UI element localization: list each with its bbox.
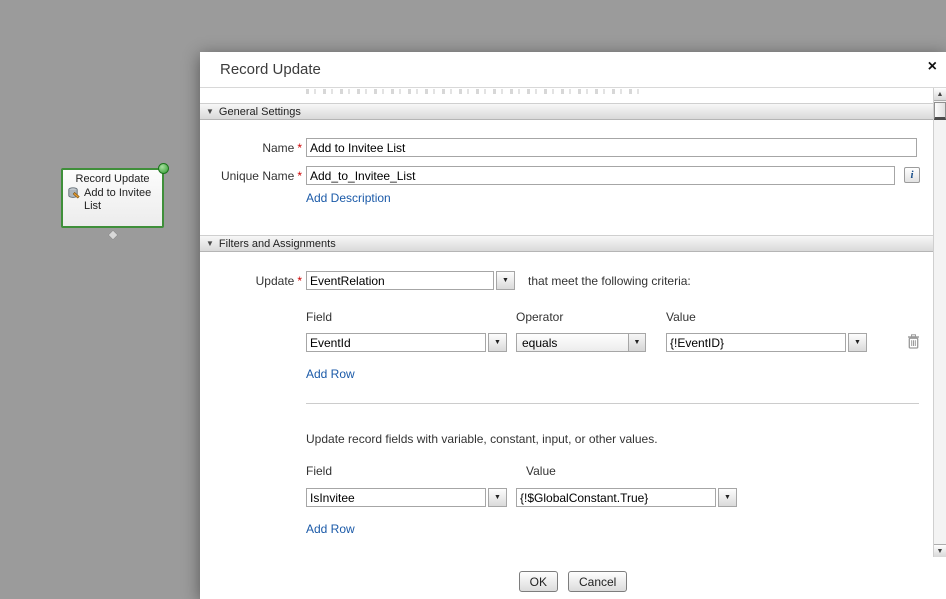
assign-field-input[interactable] [306,488,486,507]
required-marker: * [297,274,302,288]
info-icon[interactable]: i [904,167,920,183]
dialog-scroll-content: ▼ General Settings Name* Unique Name* i … [200,88,933,557]
filter-value-input[interactable] [666,333,846,352]
vertical-scrollbar[interactable]: ▲ ▼ [933,88,946,557]
dialog-body: ▼ General Settings Name* Unique Name* i … [200,88,946,557]
collapse-icon: ▼ [206,107,214,116]
flow-canvas: Record Update Add to Invitee List Record… [0,0,946,599]
record-update-icon [68,187,81,205]
assign-col-field: Field [306,464,333,478]
filter-field-combo: ▼ [306,333,507,352]
cancel-button[interactable]: Cancel [567,571,628,592]
unique-name-label: Unique Name * [200,169,302,183]
filter-field-input[interactable] [306,333,486,352]
section-general-label: General Settings [218,105,301,118]
dialog-title: Record Update [220,61,321,78]
assignments-intro-text: Update record fields with variable, cons… [306,432,658,446]
chevron-down-icon[interactable]: ▼ [848,333,867,352]
node-title: Record Update [75,173,150,185]
close-icon[interactable]: × [928,59,937,75]
add-filter-row-link[interactable]: Add Row [306,367,355,381]
section-general-settings[interactable]: ▼ General Settings [200,103,933,120]
dialog-footer: OK Cancel [200,557,946,599]
update-label-text: Update [255,274,295,288]
record-update-dialog: Record Update × ▼ General Settings Name *… [200,52,946,599]
section-filters-label: Filters and Assignments [218,237,336,250]
name-label-text: Name [262,141,295,155]
node-body: Add to Invitee List [63,185,162,212]
update-label: Update * [200,274,302,288]
section-divider [306,403,919,404]
filter-col-value: Value [666,310,696,324]
assign-col-value: Value [526,464,556,478]
chevron-down-icon[interactable]: ▼ [496,271,515,290]
name-input[interactable] [306,138,917,157]
name-label: Name * [200,141,302,155]
flow-node-record-update[interactable]: Record Update Add to Invitee List [61,163,169,228]
required-marker: * [297,141,302,155]
chevron-down-icon[interactable]: ▼ [488,488,507,507]
unique-name-input[interactable] [306,166,895,185]
node-label: Add to Invitee List [84,187,152,212]
section-filters-assignments[interactable]: ▼ Filters and Assignments [200,235,933,252]
filter-col-operator: Operator [516,310,564,324]
add-description-link[interactable]: Add Description [306,191,391,205]
assign-field-combo: ▼ [306,488,507,507]
clipped-scrolled-content [306,89,642,94]
chevron-down-icon: ▼ [628,334,645,351]
connector-handle[interactable] [107,229,119,241]
scroll-down-icon[interactable]: ▼ [934,544,946,557]
update-object-combo: ▼ [306,271,515,290]
update-object-input[interactable] [306,271,494,290]
assign-value-input[interactable] [516,488,716,507]
filter-value-combo: ▼ [666,333,867,352]
chevron-down-icon[interactable]: ▼ [488,333,507,352]
filter-operator-value: equals [522,336,558,350]
scrollbar-thumb[interactable] [934,102,946,120]
scroll-up-icon[interactable]: ▲ [934,88,946,101]
dialog-header: Record Update × [200,52,946,88]
filter-col-field: Field [306,310,333,324]
unique-name-label-text: Unique Name [220,169,295,183]
ok-button[interactable]: OK [518,571,558,592]
add-assignment-row-link[interactable]: Add Row [306,522,355,536]
delete-row-icon[interactable] [907,334,920,354]
status-badge-icon [158,163,169,174]
filter-operator-select[interactable]: equals ▼ [516,333,646,352]
criteria-text: that meet the following criteria: [528,274,691,288]
chevron-down-icon[interactable]: ▼ [718,488,737,507]
required-marker: * [297,169,302,183]
collapse-icon: ▼ [206,239,214,248]
assign-value-combo: ▼ [516,488,737,507]
